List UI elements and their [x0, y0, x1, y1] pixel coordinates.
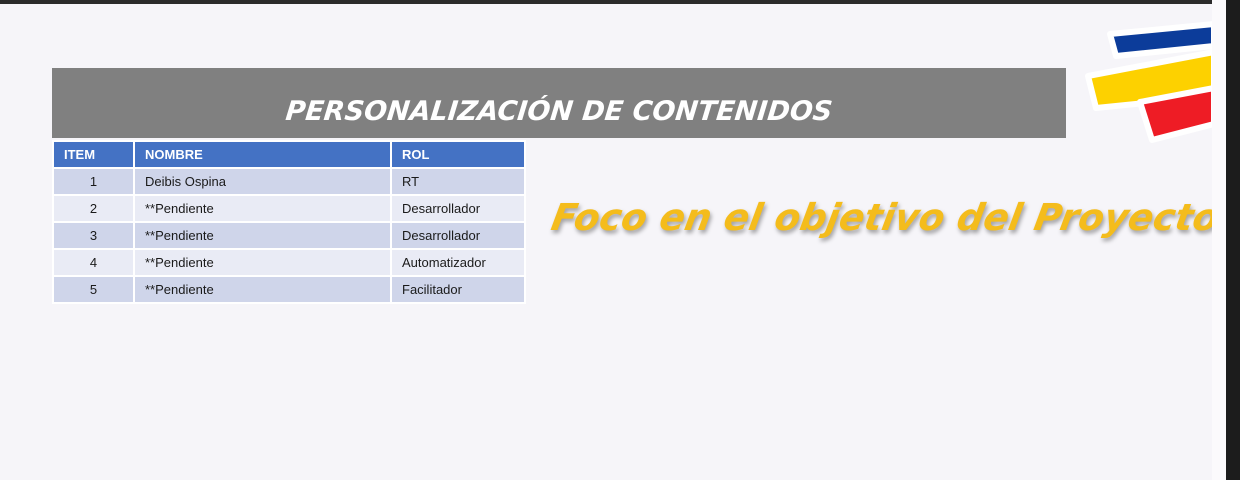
item-cell: 1: [52, 167, 135, 196]
table-header-row: ITEM NOMBRE ROL: [52, 140, 526, 169]
rol-cell: RT: [390, 167, 526, 196]
nombre-cell: **Pendiente: [133, 248, 392, 277]
presentation-slide: PERSONALIZACIÓN DE CONTENIDOS ITEM NOMBR…: [0, 4, 1222, 480]
item-cell: 4: [52, 248, 135, 277]
nombre-cell: **Pendiente: [133, 194, 392, 223]
slide-title: PERSONALIZACIÓN DE CONTENIDOS: [284, 96, 834, 127]
rol-cell: Desarrollador: [390, 221, 526, 250]
rol-cell: Automatizador: [390, 248, 526, 277]
column-header-nombre: NOMBRE: [133, 140, 392, 169]
team-table: ITEM NOMBRE ROL 1 Deibis Ospina RT 2 **P…: [52, 140, 526, 304]
tricolor-stripes-logo-icon: [1085, 21, 1217, 143]
item-cell: 2: [52, 194, 135, 223]
nombre-cell: **Pendiente: [133, 275, 392, 304]
logo-blue-stripe: [1107, 21, 1217, 59]
slogan-text: Foco en el objetivo del Proyecto: [548, 196, 1223, 239]
column-header-rol: ROL: [390, 140, 526, 169]
table-row: 1 Deibis Ospina RT: [52, 167, 526, 196]
table-row: 4 **Pendiente Automatizador: [52, 248, 526, 277]
rol-cell: Facilitador: [390, 275, 526, 304]
window-scrollbar[interactable]: [1226, 0, 1240, 480]
column-header-item: ITEM: [52, 140, 135, 169]
table-row: 5 **Pendiente Facilitador: [52, 275, 526, 304]
nombre-cell: Deibis Ospina: [133, 167, 392, 196]
table-row: 3 **Pendiente Desarrollador: [52, 221, 526, 250]
item-cell: 5: [52, 275, 135, 304]
title-banner: PERSONALIZACIÓN DE CONTENIDOS: [52, 68, 1066, 138]
table-row: 2 **Pendiente Desarrollador: [52, 194, 526, 223]
item-cell: 3: [52, 221, 135, 250]
rol-cell: Desarrollador: [390, 194, 526, 223]
nombre-cell: **Pendiente: [133, 221, 392, 250]
